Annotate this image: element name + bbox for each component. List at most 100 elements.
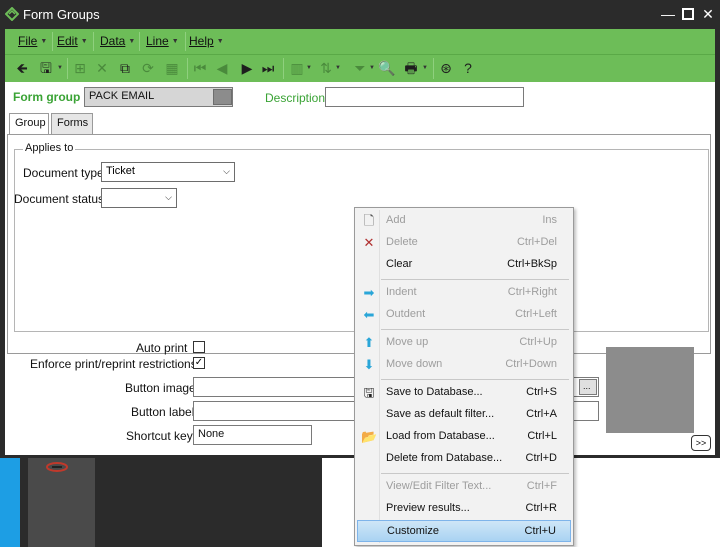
menu-separator — [185, 32, 186, 51]
column-icon[interactable]: ▥ — [288, 59, 306, 77]
checkmark-icon: ✓ — [194, 357, 204, 368]
menu-item-move-up[interactable]: ⬆ Move up Ctrl+Up — [357, 332, 571, 354]
back-icon[interactable]: 🡸 — [13, 59, 31, 77]
tab-group[interactable]: Group — [9, 113, 49, 135]
form-group-label: Form group — [13, 90, 81, 104]
first-record-icon[interactable]: ⏮ — [191, 59, 209, 77]
button-image-preview — [606, 347, 694, 433]
chevron-down-icon[interactable]: ▼ — [335, 65, 341, 71]
auto-print-checkbox[interactable] — [193, 341, 205, 353]
chevron-down-icon: ▼ — [216, 38, 224, 46]
toolbar-separator — [67, 58, 68, 79]
expand-button-label: >> — [695, 438, 707, 448]
menu-item-view-edit-filter-text[interactable]: View/Edit Filter Text... Ctrl+F — [357, 476, 571, 498]
menu-item-label: Indent — [386, 286, 417, 298]
menu-item-label: Move up — [386, 336, 429, 348]
document-status-label: Document status — [14, 192, 105, 206]
menu-separator — [381, 279, 569, 280]
menu-data[interactable]: Data ▼ — [100, 34, 135, 48]
print-icon[interactable]: 🖶 — [402, 59, 420, 77]
next-record-icon[interactable]: ▶ — [238, 59, 256, 77]
title-bar[interactable]: Form Groups — ✕ — [1, 1, 720, 29]
menu-item-shortcut: Ctrl+A — [526, 408, 557, 420]
menu-item-load-from-database[interactable]: 📂 Load from Database... Ctrl+L — [357, 426, 571, 448]
menu-item-move-down[interactable]: ⬇ Move down Ctrl+Down — [357, 354, 571, 376]
chevron-down-icon[interactable]: ▼ — [57, 65, 63, 71]
menu-line[interactable]: Line ▼ — [146, 34, 179, 48]
question-icon[interactable]: ? — [459, 59, 477, 77]
tab-forms[interactable]: Forms — [51, 113, 93, 134]
enforce-restrictions-checkbox[interactable]: ✓ — [193, 357, 205, 369]
menu-item-delete-from-database[interactable]: Delete from Database... Ctrl+D — [357, 448, 571, 470]
menu-item-shortcut: Ctrl+Left — [515, 308, 557, 320]
minimize-button[interactable]: — — [659, 5, 677, 23]
filter-icon[interactable]: ⏷ — [351, 59, 369, 77]
sort-icon[interactable]: ⇅ — [317, 59, 335, 77]
last-record-icon[interactable]: ⏭ — [259, 59, 277, 77]
copy-icon[interactable]: ⧉ — [116, 59, 134, 77]
menu-item-shortcut: Ctrl+BkSp — [507, 258, 557, 270]
chevron-down-icon: ▼ — [40, 38, 48, 46]
help-icon[interactable]: ⊛ — [437, 59, 455, 77]
browse-image-button[interactable]: ... — [579, 379, 597, 395]
menu-item-delete[interactable]: ✕ Delete Ctrl+Del — [357, 232, 571, 254]
menu-item-shortcut: Ctrl+Down — [505, 358, 557, 370]
menu-item-outdent[interactable]: ⬅ Outdent Ctrl+Left — [357, 304, 571, 326]
menu-file[interactable]: File ▼ — [18, 34, 47, 48]
menu-separator — [381, 329, 569, 330]
menu-item-clear[interactable]: Clear Ctrl+BkSp — [357, 254, 571, 276]
shortcut-key-field[interactable]: None — [193, 425, 312, 445]
chevron-down-icon[interactable]: ▼ — [369, 65, 375, 71]
desktop-app-logo-icon — [46, 460, 68, 474]
document-type-select[interactable]: Ticket ⌵ — [101, 162, 235, 182]
menu-item-indent[interactable]: ➡ Indent Ctrl+Right — [357, 282, 571, 304]
browse-button-label: ... — [583, 381, 591, 391]
chevron-down-icon[interactable]: ▼ — [306, 65, 312, 71]
menu-data-label: Data — [100, 34, 126, 48]
description-field[interactable] — [325, 87, 524, 107]
form-group-lookup-button[interactable] — [213, 89, 232, 105]
chevron-down-icon[interactable]: ▼ — [422, 65, 428, 71]
menu-item-shortcut: Ctrl+L — [527, 430, 557, 442]
document-type-label: Document type — [23, 166, 104, 180]
form-group-field[interactable]: PACK EMAIL — [84, 87, 233, 107]
button-label-label: Button label — [131, 405, 195, 419]
menu-item-save-as-default-filter[interactable]: Save as default filter... Ctrl+A — [357, 404, 571, 426]
search-icon[interactable]: 🔍 — [378, 59, 396, 77]
delete-icon[interactable]: ✕ — [93, 59, 111, 77]
expand-button[interactable]: >> — [691, 435, 711, 451]
menu-item-shortcut: Ctrl+F — [526, 480, 557, 492]
menu-edit[interactable]: Edit ▼ — [57, 34, 88, 48]
menu-item-preview-results[interactable]: Preview results... Ctrl+R — [357, 498, 571, 520]
menu-separator — [139, 32, 140, 51]
enforce-restrictions-label: Enforce print/reprint restrictions — [30, 357, 197, 371]
menu-item-shortcut: Ctrl+Del — [516, 236, 557, 248]
menu-item-customize[interactable]: Customize Ctrl+U — [357, 520, 571, 542]
menu-separator — [381, 473, 569, 474]
refresh-icon[interactable]: ⟳ — [139, 59, 157, 77]
close-button[interactable]: ✕ — [699, 5, 717, 23]
add-icon[interactable]: ⊞ — [71, 59, 89, 77]
maximize-button[interactable] — [679, 5, 697, 23]
outdent-arrow-icon: ⬅ — [363, 307, 375, 322]
menu-item-save-to-database[interactable]: 🖫 Save to Database... Ctrl+S — [357, 382, 571, 404]
menu-item-shortcut: Ctrl+D — [525, 452, 557, 464]
menu-item-add[interactable]: 🗋 Add Ins — [357, 210, 571, 232]
menu-help[interactable]: Help ▼ — [189, 34, 224, 48]
menu-edit-label: Edit — [57, 34, 78, 48]
context-menu: 🗋 Add Ins ✕ Delete Ctrl+Del Clear Ctrl+BkSp ➡ Ind… — [354, 207, 574, 546]
applies-to-title: Applies to — [23, 142, 76, 154]
tab-group-label: Group — [15, 117, 46, 129]
menu-item-label: Outdent — [386, 308, 426, 320]
chevron-down-icon: ⌵ — [165, 192, 172, 202]
save-icon[interactable]: 🖫 — [37, 59, 55, 77]
toolbar-separator — [433, 58, 434, 79]
menu-item-shortcut: Ctrl+Up — [519, 336, 557, 348]
new-document-icon: 🗋 — [363, 213, 375, 228]
toolbar-separator — [283, 58, 284, 79]
document-type-value: Ticket — [106, 165, 135, 177]
prev-record-icon[interactable]: ◀ — [213, 59, 231, 77]
grid-icon[interactable]: ▦ — [163, 59, 181, 77]
document-status-select[interactable]: ⌵ — [101, 188, 177, 208]
delete-x-icon: ✕ — [363, 235, 375, 250]
